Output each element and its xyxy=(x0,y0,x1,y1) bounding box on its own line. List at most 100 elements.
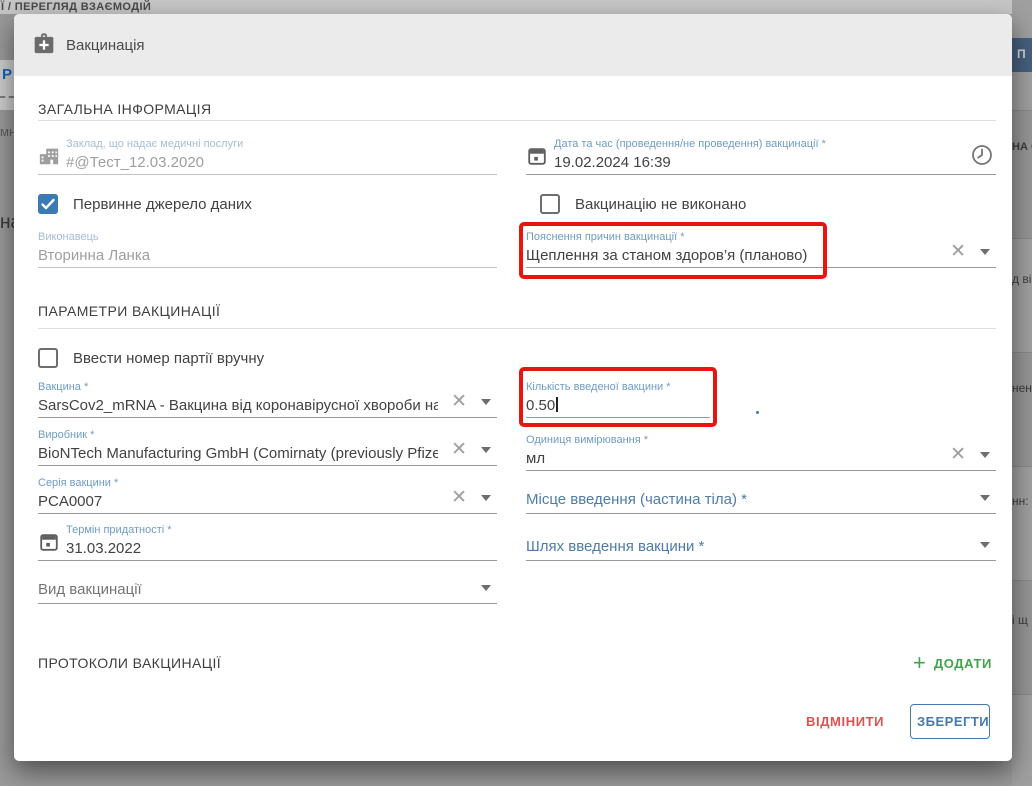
background-row-separator xyxy=(1012,580,1032,581)
background-cell-fragment: нен xyxy=(1012,381,1032,395)
field-underline xyxy=(526,174,996,175)
not-performed-checkbox[interactable]: Вакцинацію не виконано xyxy=(540,194,746,214)
chevron-down-icon[interactable] xyxy=(980,542,990,548)
medkit-icon xyxy=(30,31,58,59)
vaccination-modal: Вакцинація ЗАГАЛЬНА ІНФОРМАЦІЯ Заклад, щ… xyxy=(14,14,1012,761)
field-underline xyxy=(38,267,497,268)
body-site-select[interactable]: Місце введення (частина тіла) * xyxy=(526,476,996,514)
chevron-down-icon[interactable] xyxy=(481,585,491,591)
background-row-separator xyxy=(1012,694,1032,695)
expiry-date-field[interactable]: Термін придатності * 31.03.2022 xyxy=(38,523,497,561)
calendar-icon xyxy=(38,531,60,553)
select-placeholder: Місце введення (частина тіла) * xyxy=(526,491,747,508)
breadcrumb: Ї / ПЕРЕГЛЯД ВЗАЄМОДІЙ xyxy=(1,1,151,13)
field-underline xyxy=(526,417,710,418)
field-underline xyxy=(38,417,497,418)
background-row-separator xyxy=(1012,352,1032,353)
background-dashed-line xyxy=(0,96,14,98)
add-button-label: ДОДАТИ xyxy=(934,656,992,671)
field-label: Кількість введеної вакцини * xyxy=(526,381,671,393)
section-title-general: ЗАГАЛЬНА ІНФОРМАЦІЯ xyxy=(38,101,211,117)
plus-icon: + xyxy=(913,654,926,672)
chevron-down-icon[interactable] xyxy=(481,495,491,501)
clear-icon[interactable]: ✕ xyxy=(950,242,966,261)
chevron-down-icon[interactable] xyxy=(980,495,990,501)
chevron-down-icon[interactable] xyxy=(980,452,990,458)
background-row-separator xyxy=(1012,238,1032,239)
field-underline xyxy=(38,513,497,514)
checkbox-label: Вакцинацію не виконано xyxy=(575,196,746,213)
field-underline xyxy=(38,603,497,604)
clear-icon[interactable]: ✕ xyxy=(451,392,467,411)
chevron-down-icon[interactable] xyxy=(481,399,491,405)
background-cell-fragment: НА С xyxy=(1012,141,1032,153)
background-cell-fragment: д ві xyxy=(1012,272,1032,286)
save-button[interactable]: ЗБЕРЕГТИ xyxy=(910,704,990,739)
add-protocol-button[interactable]: + ДОДАТИ xyxy=(913,654,992,672)
vaccination-reason-field[interactable]: Пояснення причин вакцинації * Щеплення з… xyxy=(526,230,996,268)
checkbox-label: Первинне джерело даних xyxy=(73,196,252,213)
vaccination-kind-select[interactable]: Вид вакцинації xyxy=(38,566,497,604)
clock-icon[interactable] xyxy=(970,143,994,167)
field-value: 0.50 xyxy=(526,397,558,414)
background-row xyxy=(1012,352,1032,466)
field-value: мл xyxy=(526,450,545,467)
section-title-params: ПАРАМЕТРИ ВАКЦИНАЦІЇ xyxy=(38,303,220,319)
field-label: Дата та час (проведення/не проведення) в… xyxy=(554,138,826,150)
field-value: 31.03.2022 xyxy=(66,540,141,557)
background-row xyxy=(1012,110,1032,238)
checkbox-unchecked-icon[interactable] xyxy=(540,194,560,214)
modal-header: Вакцинація xyxy=(14,14,1012,76)
facility-field[interactable]: Заклад, що надає медичні послуги #@Тест_… xyxy=(38,137,497,175)
checkbox-label: Ввести номер партії вручну xyxy=(73,350,264,367)
route-select[interactable]: Шлях введення вакцини * xyxy=(526,523,996,561)
clear-icon[interactable]: ✕ xyxy=(451,440,467,459)
background-cell-fragment: нн: xyxy=(1012,494,1032,508)
unit-field[interactable]: Одиниця вимірювання * мл ✕ xyxy=(526,433,996,471)
clear-icon[interactable]: ✕ xyxy=(451,488,467,507)
manufacturer-field[interactable]: Виробник * BioNTech Manufacturing GmbH (… xyxy=(38,428,497,466)
select-placeholder: Шлях введення вакцини * xyxy=(526,538,704,555)
clear-icon[interactable]: ✕ xyxy=(950,445,966,464)
manual-batch-checkbox[interactable]: Ввести номер партії вручну xyxy=(38,348,264,368)
field-label: Виробник * xyxy=(38,429,94,441)
hospital-building-icon xyxy=(38,145,60,167)
field-underline xyxy=(38,560,497,561)
field-underline xyxy=(526,513,996,514)
field-underline xyxy=(526,470,996,471)
quantity-field[interactable]: Кількість введеної вакцини * 0.50 xyxy=(526,380,710,418)
field-underline xyxy=(526,267,996,268)
background-row-separator xyxy=(1012,110,1032,111)
field-label: Серія вакцини * xyxy=(38,477,118,489)
vaccine-field[interactable]: Вакцина * SarsCov2_mRNA - Вакцина від ко… xyxy=(38,380,497,418)
field-underline xyxy=(38,465,497,466)
checkbox-checked-icon[interactable] xyxy=(38,194,58,214)
background-row-separator xyxy=(1012,466,1032,467)
field-label: Заклад, що надає медичні послуги xyxy=(66,138,243,150)
background-row xyxy=(1012,580,1032,694)
field-value: PCA0007 xyxy=(38,493,102,510)
field-underline xyxy=(38,174,497,175)
background-button-fragment: П xyxy=(1012,38,1032,72)
background-tab-fragment: Р xyxy=(2,66,12,83)
divider xyxy=(38,328,996,329)
screen: Ї / ПЕРЕГЛЯД ВЗАЄМОДІЙ Р мн на П НА С д … xyxy=(0,0,1032,786)
field-value: BioNTech Manufacturing GmbH (Comirnaty (… xyxy=(38,445,438,462)
checkbox-unchecked-icon[interactable] xyxy=(38,348,58,368)
chevron-down-icon[interactable] xyxy=(481,447,491,453)
field-value: SarsCov2_mRNA - Вакцина від коронавірусн… xyxy=(38,397,438,414)
select-placeholder: Вид вакцинації xyxy=(38,581,142,598)
background-header-strip xyxy=(0,0,1032,14)
cancel-button[interactable]: ВІДМІНИТИ xyxy=(806,714,884,729)
vaccination-datetime-field[interactable]: Дата та час (проведення/не проведення) в… xyxy=(526,137,996,175)
text-cursor xyxy=(556,397,558,412)
performer-field[interactable]: Виконавець Вторинна Ланка xyxy=(38,230,497,268)
primary-source-checkbox[interactable]: Первинне джерело даних xyxy=(38,194,252,214)
field-value: Вторинна Ланка xyxy=(38,247,150,264)
divider xyxy=(38,120,996,121)
vaccine-series-field[interactable]: Серія вакцини * PCA0007 ✕ xyxy=(38,476,497,514)
chevron-down-icon[interactable] xyxy=(980,249,990,255)
section-title-protocols: ПРОТОКОЛИ ВАКЦИНАЦІЇ xyxy=(38,655,221,671)
field-label: Одиниця вимірювання * xyxy=(526,434,648,446)
field-label: Пояснення причин вакцинації * xyxy=(526,231,685,243)
